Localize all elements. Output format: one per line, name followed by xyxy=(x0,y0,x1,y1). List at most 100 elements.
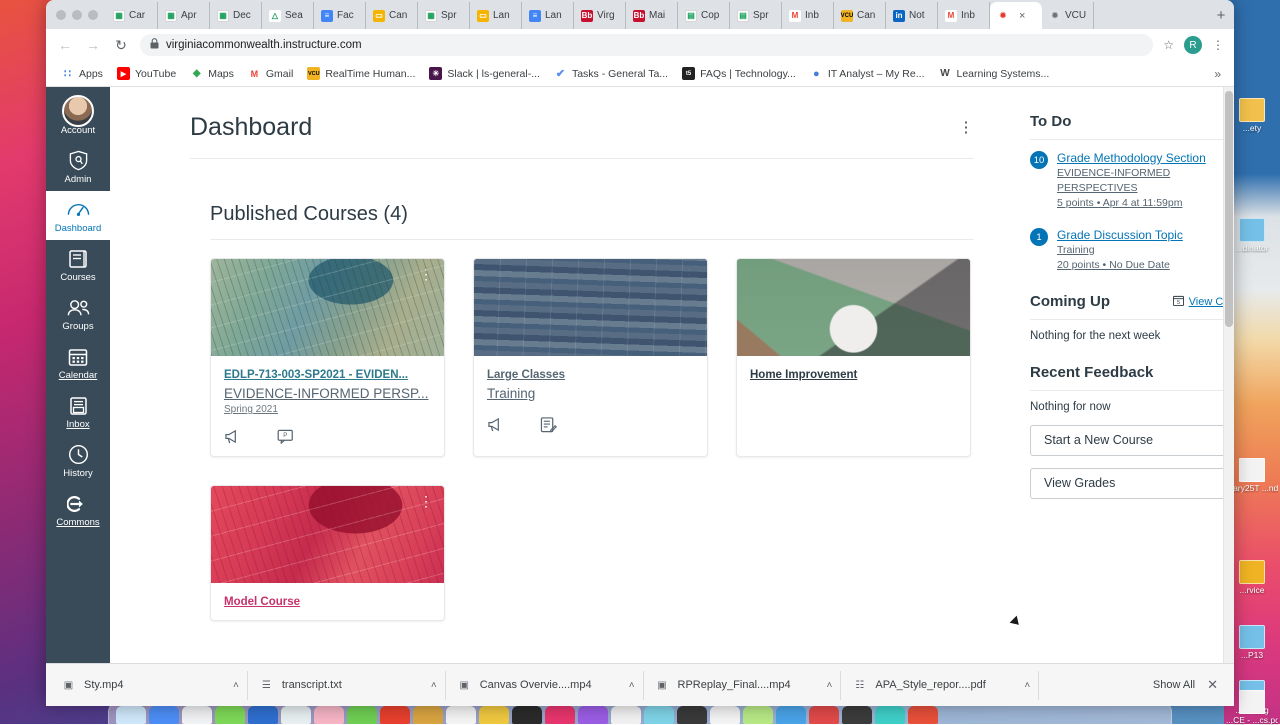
bookmark-item[interactable]: MGmail xyxy=(241,67,300,80)
todo-title-link[interactable]: Grade Discussion Topic xyxy=(1057,227,1234,243)
dock-app-icon[interactable] xyxy=(116,706,146,724)
dock-app-icon[interactable] xyxy=(776,706,806,724)
dock-app-icon[interactable] xyxy=(380,706,410,724)
new-tab-button[interactable]: + xyxy=(1208,2,1234,29)
back-icon[interactable]: ← xyxy=(56,36,74,54)
bookmark-item[interactable]: ∷Apps xyxy=(54,67,110,80)
download-menu-caret-icon[interactable]: ˄ xyxy=(629,680,635,691)
dock-app-icon[interactable] xyxy=(446,706,476,724)
dock-app-icon[interactable] xyxy=(644,706,674,724)
minimize-window-button[interactable] xyxy=(72,10,82,20)
download-menu-caret-icon[interactable]: ˄ xyxy=(827,680,833,691)
dock-app-icon[interactable] xyxy=(413,706,443,724)
forward-icon[interactable]: → xyxy=(84,36,102,54)
browser-tab[interactable]: ≡Lan xyxy=(522,2,574,29)
download-item[interactable]: ▣Sty.mp4˄ xyxy=(54,671,248,700)
download-menu-caret-icon[interactable]: ˄ xyxy=(431,680,437,691)
dock-app-icon[interactable] xyxy=(182,706,212,724)
dock-app-icon[interactable] xyxy=(677,706,707,724)
bookmark-item[interactable]: WLearning Systems... xyxy=(932,67,1057,80)
dock-app-icon[interactable] xyxy=(479,706,509,724)
sidebar-item-inbox[interactable]: Inbox xyxy=(46,387,110,436)
dock-app-icon[interactable] xyxy=(611,706,641,724)
browser-tab[interactable]: MInb xyxy=(938,2,990,29)
view-grades-button[interactable]: View Grades xyxy=(1030,468,1234,499)
dock-app-icon[interactable] xyxy=(578,706,608,724)
dock-app-icon[interactable] xyxy=(512,706,542,724)
course-card-code-link[interactable]: Large Classes xyxy=(487,367,694,384)
course-card-options-icon[interactable]: ⋮ xyxy=(419,499,431,504)
download-item[interactable]: ▣Canvas Overvie....mp4˄ xyxy=(450,671,644,700)
profile-avatar[interactable]: R xyxy=(1184,36,1202,54)
browser-tab[interactable]: ▦Car xyxy=(106,2,158,29)
dock-app-icon[interactable] xyxy=(149,706,179,724)
assignments-icon[interactable] xyxy=(540,417,557,436)
course-card-options-icon[interactable]: ⋮ xyxy=(682,272,694,277)
discussions-icon[interactable]: P xyxy=(277,429,294,447)
dock-app-icon[interactable] xyxy=(710,706,740,724)
bookmark-item[interactable]: ▶YouTube xyxy=(110,67,183,80)
download-item[interactable]: ☰transcript.txt˄ xyxy=(252,671,446,700)
bookmark-item[interactable]: ●IT Analyst – My Re... xyxy=(803,67,932,80)
dock-app-icon[interactable] xyxy=(743,706,773,724)
dock-app-icon[interactable] xyxy=(215,706,245,724)
sidebar-item-admin[interactable]: Admin xyxy=(46,142,110,191)
close-window-button[interactable] xyxy=(56,10,66,20)
course-card-code-link[interactable]: Model Course xyxy=(224,594,431,611)
download-item[interactable]: ▣RPReplay_Final....mp4˄ xyxy=(648,671,842,700)
course-card-name-link[interactable]: EVIDENCE-INFORMED PERSP... xyxy=(224,384,431,403)
sidebar-item-commons[interactable]: Commons xyxy=(46,485,110,534)
browser-tab[interactable]: ≡Fac xyxy=(314,2,366,29)
browser-tab[interactable]: △Sea xyxy=(262,2,314,29)
start-a-new-course-button[interactable]: Start a New Course xyxy=(1030,425,1234,456)
show-all-downloads-button[interactable]: Show All xyxy=(1141,679,1207,691)
bookmark-item[interactable]: ✳Slack | ls-general-... xyxy=(422,67,547,80)
bookmark-item[interactable]: VCURealTime Human... xyxy=(300,67,422,80)
dock-app-icon[interactable] xyxy=(545,706,575,724)
browser-tab[interactable]: ✹× xyxy=(990,2,1042,29)
sidebar-item-account[interactable]: Account xyxy=(46,93,110,142)
bookmarks-overflow-icon[interactable]: » xyxy=(1209,67,1226,81)
browser-tab[interactable]: BbMai xyxy=(626,2,678,29)
course-card-code-link[interactable]: EDLP-713-003-SP2021 - EVIDEN... xyxy=(224,367,431,384)
course-card[interactable]: ⋮ Home Improvement xyxy=(736,258,971,457)
course-card[interactable]: ⋮ EDLP-713-003-SP2021 - EVIDEN...EVIDENCE… xyxy=(210,258,445,457)
reload-icon[interactable]: ↻ xyxy=(112,36,130,54)
browser-tab[interactable]: ▦Dec xyxy=(210,2,262,29)
dock-app-icon[interactable] xyxy=(248,706,278,724)
chrome-menu-icon[interactable]: ⋮ xyxy=(1212,43,1224,47)
sidebar-item-history[interactable]: History xyxy=(46,436,110,485)
browser-tab[interactable]: ✹VCU xyxy=(1042,2,1094,29)
bookmark-item[interactable]: t5FAQs | Technology... xyxy=(675,67,803,80)
course-card-options-icon[interactable]: ⋮ xyxy=(945,272,957,277)
browser-tab[interactable]: ▤Cop xyxy=(678,2,730,29)
dashboard-options-icon[interactable]: ⋮ xyxy=(958,125,974,130)
browser-tab[interactable]: MInb xyxy=(782,2,834,29)
scrollbar-thumb[interactable] xyxy=(1225,91,1233,327)
sidebar-item-dashboard[interactable]: Dashboard xyxy=(46,191,110,240)
download-menu-caret-icon[interactable]: ˄ xyxy=(1024,680,1030,691)
browser-tab[interactable]: ▦Apr xyxy=(158,2,210,29)
close-downloads-shelf-icon[interactable]: ✕ xyxy=(1207,677,1228,693)
dock-app-icon[interactable] xyxy=(314,706,344,724)
dock-app-icon[interactable] xyxy=(809,706,839,724)
download-menu-caret-icon[interactable]: ˄ xyxy=(233,680,239,691)
window-traffic-lights[interactable] xyxy=(54,0,106,29)
dock-app-icon[interactable] xyxy=(347,706,377,724)
course-card-code-link[interactable]: Home Improvement xyxy=(750,367,957,384)
course-card[interactable]: ⋮ Large ClassesTraining xyxy=(473,258,708,457)
browser-tab[interactable]: ▭Lan xyxy=(470,2,522,29)
dock-app-icon[interactable] xyxy=(875,706,905,724)
announcements-icon[interactable] xyxy=(487,417,504,436)
sidebar-item-courses[interactable]: Courses xyxy=(46,240,110,289)
course-card-name-link[interactable]: Training xyxy=(487,384,694,403)
todo-title-link[interactable]: Grade Methodology Section xyxy=(1057,150,1234,166)
bookmark-item[interactable]: ◆Maps xyxy=(183,67,241,80)
maximize-window-button[interactable] xyxy=(88,10,98,20)
close-tab-icon[interactable]: × xyxy=(1019,10,1025,22)
course-card[interactable]: ⋮ Model Course xyxy=(210,485,445,621)
bookmark-star-icon[interactable]: ☆ xyxy=(1163,38,1174,52)
course-card-options-icon[interactable]: ⋮ xyxy=(419,272,431,277)
dock-app-icon[interactable] xyxy=(908,706,938,724)
browser-tab[interactable]: ▭Can xyxy=(366,2,418,29)
